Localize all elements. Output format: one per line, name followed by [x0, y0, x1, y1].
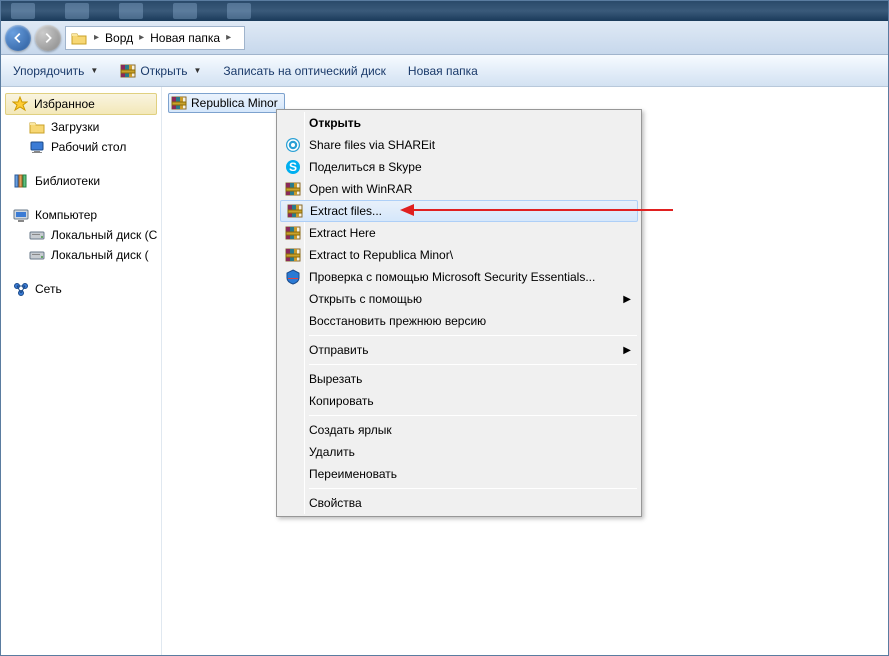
folder-icon — [29, 119, 45, 135]
sidebar-libraries[interactable]: Библиотеки — [1, 171, 161, 191]
cm-open-with[interactable]: Открыть с помощью ▶ — [279, 288, 639, 310]
cm-skype[interactable]: Поделиться в Skype — [279, 156, 639, 178]
cm-rename[interactable]: Переименовать — [279, 463, 639, 485]
sidebar-favorites[interactable]: Избранное — [5, 93, 157, 115]
sidebar-item-desktop[interactable]: Рабочий стол — [1, 137, 161, 157]
folder-icon — [70, 30, 88, 46]
burn-button[interactable]: Записать на оптический диск — [219, 62, 390, 80]
winrar-icon — [285, 225, 301, 241]
network-icon — [13, 281, 29, 297]
cm-copy[interactable]: Копировать — [279, 390, 639, 412]
cm-create-shortcut[interactable]: Создать ярлык — [279, 419, 639, 441]
winrar-icon — [285, 181, 301, 197]
winrar-icon — [171, 95, 187, 111]
winrar-icon — [285, 247, 301, 263]
cm-properties[interactable]: Свойства — [279, 492, 639, 514]
nav-back-button[interactable] — [5, 25, 31, 51]
window-titlebar — [1, 1, 888, 21]
library-icon — [13, 173, 29, 189]
file-item-selected[interactable]: Republica Minor — [168, 93, 285, 113]
breadcrumb-item[interactable]: Ворд — [103, 31, 135, 45]
skype-icon — [285, 159, 301, 175]
cm-open-winrar[interactable]: Open with WinRAR — [279, 178, 639, 200]
sidebar-item-drive-2[interactable]: Локальный диск ( — [1, 245, 161, 265]
winrar-icon — [287, 203, 303, 219]
computer-icon — [13, 207, 29, 223]
sidebar-item-drive-c[interactable]: Локальный диск (C — [1, 225, 161, 245]
cm-open[interactable]: Открыть — [279, 112, 639, 134]
drive-icon — [29, 227, 45, 243]
new-folder-button[interactable]: Новая папка — [404, 62, 482, 80]
cm-extract-to[interactable]: Extract to Republica Minor\ — [279, 244, 639, 266]
open-button[interactable]: Открыть▼ — [116, 61, 205, 81]
star-icon — [12, 96, 28, 112]
winrar-icon — [120, 63, 136, 79]
sidebar-computer[interactable]: Компьютер — [1, 205, 161, 225]
cm-send-to[interactable]: Отправить ▶ — [279, 339, 639, 361]
breadcrumb-item[interactable]: Новая папка — [148, 31, 222, 45]
cm-mse-scan[interactable]: Проверка с помощью Microsoft Security Es… — [279, 266, 639, 288]
context-menu: Открыть Share files via SHAREit Поделить… — [276, 109, 642, 517]
cm-delete[interactable]: Удалить — [279, 441, 639, 463]
command-toolbar: Упорядочить▼ Открыть▼ Записать на оптиче… — [1, 55, 888, 87]
navigation-pane: Избранное Загрузки Рабочий стол Библиоте… — [1, 87, 161, 655]
submenu-arrow-icon: ▶ — [623, 345, 631, 356]
file-name: Republica Minor — [191, 96, 278, 110]
shareit-icon — [285, 137, 301, 153]
nav-forward-button[interactable] — [35, 25, 61, 51]
navigation-bar: ▸ Ворд ▸ Новая папка ▸ — [1, 21, 888, 55]
monitor-icon — [29, 139, 45, 155]
cm-extract-files[interactable]: Extract files... — [280, 200, 638, 222]
shield-icon — [285, 269, 301, 285]
sidebar-item-downloads[interactable]: Загрузки — [1, 117, 161, 137]
cm-shareit[interactable]: Share files via SHAREit — [279, 134, 639, 156]
submenu-arrow-icon: ▶ — [623, 294, 631, 305]
drive-icon — [29, 247, 45, 263]
cm-restore-previous[interactable]: Восстановить прежнюю версию — [279, 310, 639, 332]
sidebar-network[interactable]: Сеть — [1, 279, 161, 299]
breadcrumb[interactable]: ▸ Ворд ▸ Новая папка ▸ — [65, 26, 245, 50]
organize-button[interactable]: Упорядочить▼ — [9, 62, 102, 80]
cm-extract-here[interactable]: Extract Here — [279, 222, 639, 244]
cm-cut[interactable]: Вырезать — [279, 368, 639, 390]
